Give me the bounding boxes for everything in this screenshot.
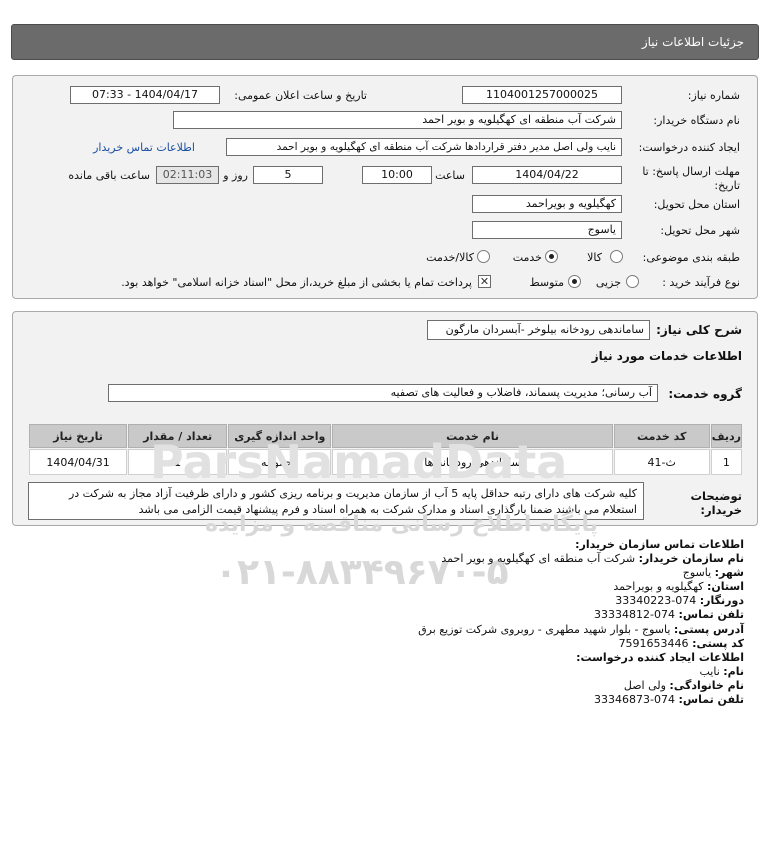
services-section-title: اطلاعات خدمات مورد نیاز (591, 349, 742, 363)
contact-line-label: نام سازمان خریدار: (638, 552, 744, 566)
category-radio-goods[interactable] (610, 250, 623, 263)
contact-line: تلفن تماس: 074-33334812 (24, 608, 744, 622)
page-header: جزئیات اطلاعات نیاز (11, 24, 759, 60)
col-service-code: کد خدمت (613, 424, 710, 448)
cell-service-name: ساماندهی رودخانه ها (332, 449, 613, 475)
cell-service-code: ث-41 (613, 449, 710, 475)
contact-line: نام: نایب (24, 665, 744, 679)
col-service-name: نام خدمت (332, 424, 613, 448)
contact-line: اطلاعات ایجاد کننده درخواست: (24, 651, 744, 665)
buyer-notes-field: کلیه شرکت های دارای رتبه حداقل پایه 5 آب… (28, 482, 644, 520)
contact-line: کد پستی: 7591653446 (24, 637, 744, 651)
contact-line-value: 7591653446 (618, 636, 689, 650)
need-number-label: شماره نیاز: (687, 89, 740, 102)
cell-unit: مجموعه (228, 449, 332, 475)
buyer-name-label: نام دستگاه خریدار: (653, 114, 740, 127)
summary-field: ساماندهی رودخانه بیلوخر -آبسردان مارگون (427, 320, 650, 340)
category-option-service: خدمت (512, 251, 542, 264)
contact-line-value: 074-33334812 (594, 608, 676, 622)
contact-line-label: نام: (723, 664, 744, 678)
col-unit: واحد اندازه گیری (228, 424, 332, 448)
service-group-label: گروه خدمت: (668, 387, 742, 401)
contact-line: تلفن تماس: 074-33346873 (24, 693, 744, 707)
contact-line-value: نایب (699, 664, 720, 678)
delivery-city-field: یاسوج (472, 221, 622, 239)
remaining-days-field: 5 (253, 166, 323, 184)
request-creator-field: نایب ولی اصل مدیر دفتر قراردادها شرکت آب… (226, 138, 622, 156)
contact-line: نام سازمان خریدار: شرکت آب منطقه ای کهگی… (24, 552, 744, 566)
summary-label: شرح کلی نیاز: (656, 323, 742, 337)
col-quantity: تعداد / مقدار (128, 424, 228, 448)
delivery-province-label: استان محل تحویل: (653, 198, 740, 211)
deadline-time-label: ساعت (435, 169, 465, 182)
request-creator-label: ایجاد کننده درخواست: (638, 141, 740, 154)
services-table-header: ردیف کد خدمت نام خدمت واحد اندازه گیری ت… (29, 424, 742, 448)
delivery-province-field: کهگیلویه و بویراحمد (472, 195, 622, 213)
remaining-days-label: روز و (223, 169, 248, 182)
announce-date-field: 1404/04/17 - 07:33 (70, 86, 220, 104)
category-radio-goods-service[interactable] (477, 250, 490, 263)
deadline-label: مهلت ارسال پاسخ: تا (642, 165, 740, 178)
contact-line: نام خانوادگی: ولی اصل (24, 679, 744, 693)
contact-line-label: اطلاعات تماس سازمان خریدار: (575, 538, 744, 551)
category-label: طبقه بندی موضوعی: (642, 251, 740, 264)
contact-line: استان: کهگیلویه و بویراحمد (24, 580, 744, 594)
contact-line: اطلاعات تماس سازمان خریدار: (24, 538, 744, 552)
process-type-label: نوع فرآیند خرید : (662, 276, 740, 289)
process-radio-medium[interactable] (568, 275, 581, 288)
category-option-goods: کالا (587, 251, 602, 264)
contact-line: آدرس پستی: یاسوج - بلوار شهید مطهری - رو… (24, 623, 744, 637)
remaining-time-label: ساعت باقی مانده (68, 169, 150, 182)
contact-line-value: ولی اصل (623, 678, 666, 692)
col-need-date: تاریخ نیاز (29, 424, 128, 448)
page-title: جزئیات اطلاعات نیاز (641, 35, 744, 49)
delivery-city-label: شهر محل تحویل: (660, 224, 740, 237)
contact-line-value: یاسوج - بلوار شهید مطهری - روبروی شرکت ت… (418, 622, 671, 636)
treasury-payment-checkbox[interactable]: ✕ (478, 275, 491, 288)
buyer-name-field: شرکت آب منطقه ای کهگیلویه و بویر احمد (173, 111, 622, 129)
contact-line-value: کهگیلویه و بویراحمد (613, 580, 704, 594)
contact-line-value: 074-33346873 (594, 693, 676, 707)
contact-line: دورنگار: 074-33340223 (24, 594, 744, 608)
deadline-date-field: 1404/04/22 (472, 166, 622, 184)
contact-line-label: کد پستی: (692, 636, 744, 650)
contact-line-label: تلفن تماس: (678, 693, 744, 707)
contact-line-label: اطلاعات ایجاد کننده درخواست: (576, 650, 744, 664)
contact-line: شهر: یاسوج (24, 566, 744, 580)
remaining-time-field: 02:11:03 (156, 166, 219, 184)
contact-line-label: دورنگار: (699, 594, 744, 608)
need-details-panel (12, 75, 758, 299)
buyer-notes-label: توضیحات خریدار: (690, 489, 743, 517)
announce-date-label: تاریخ و ساعت اعلان عمومی: (234, 89, 367, 102)
process-option-minor: جزیی (595, 276, 621, 289)
buyer-contact-link[interactable]: اطلاعات تماس خریدار (93, 141, 195, 154)
need-number-field: 1104001257000025 (462, 86, 622, 104)
deadline-date-label: تاریخ: (714, 179, 740, 192)
contact-line-value: یاسوج (682, 566, 712, 580)
category-option-goods-service: کالا/خدمت (426, 251, 474, 264)
services-table: ردیف کد خدمت نام خدمت واحد اندازه گیری ت… (28, 423, 743, 476)
contact-line-label: آدرس پستی: (673, 622, 744, 636)
contact-info: اطلاعات تماس سازمان خریدار: نام سازمان خر… (24, 538, 744, 707)
contact-line-value: 074-33340223 (615, 594, 697, 608)
contact-line-value: شرکت آب منطقه ای کهگیلویه و بویر احمد (441, 552, 636, 566)
process-option-medium: متوسط (529, 276, 564, 289)
col-row: ردیف (710, 424, 742, 448)
cell-need-date: 1404/04/31 (29, 449, 128, 475)
treasury-payment-note: پرداخت تمام یا بخشی از مبلغ خرید،از محل … (121, 276, 472, 289)
contact-line-label: شهر: (714, 566, 744, 580)
deadline-time-field: 10:00 (362, 166, 432, 184)
cell-quantity: 1 (128, 449, 228, 475)
table-row: 1 ث-41 ساماندهی رودخانه ها مجموعه 1 1404… (29, 449, 742, 475)
cell-row: 1 (710, 449, 742, 475)
contact-line-label: نام خانوادگی: (669, 678, 744, 692)
contact-line-label: تلفن تماس: (678, 608, 744, 622)
process-radio-minor[interactable] (626, 275, 639, 288)
category-radio-service[interactable] (545, 250, 558, 263)
contact-line-label: استان: (707, 580, 744, 594)
service-group-field: آب رسانی؛ مدیریت پسماند، فاضلاب و فعالیت… (108, 384, 658, 402)
